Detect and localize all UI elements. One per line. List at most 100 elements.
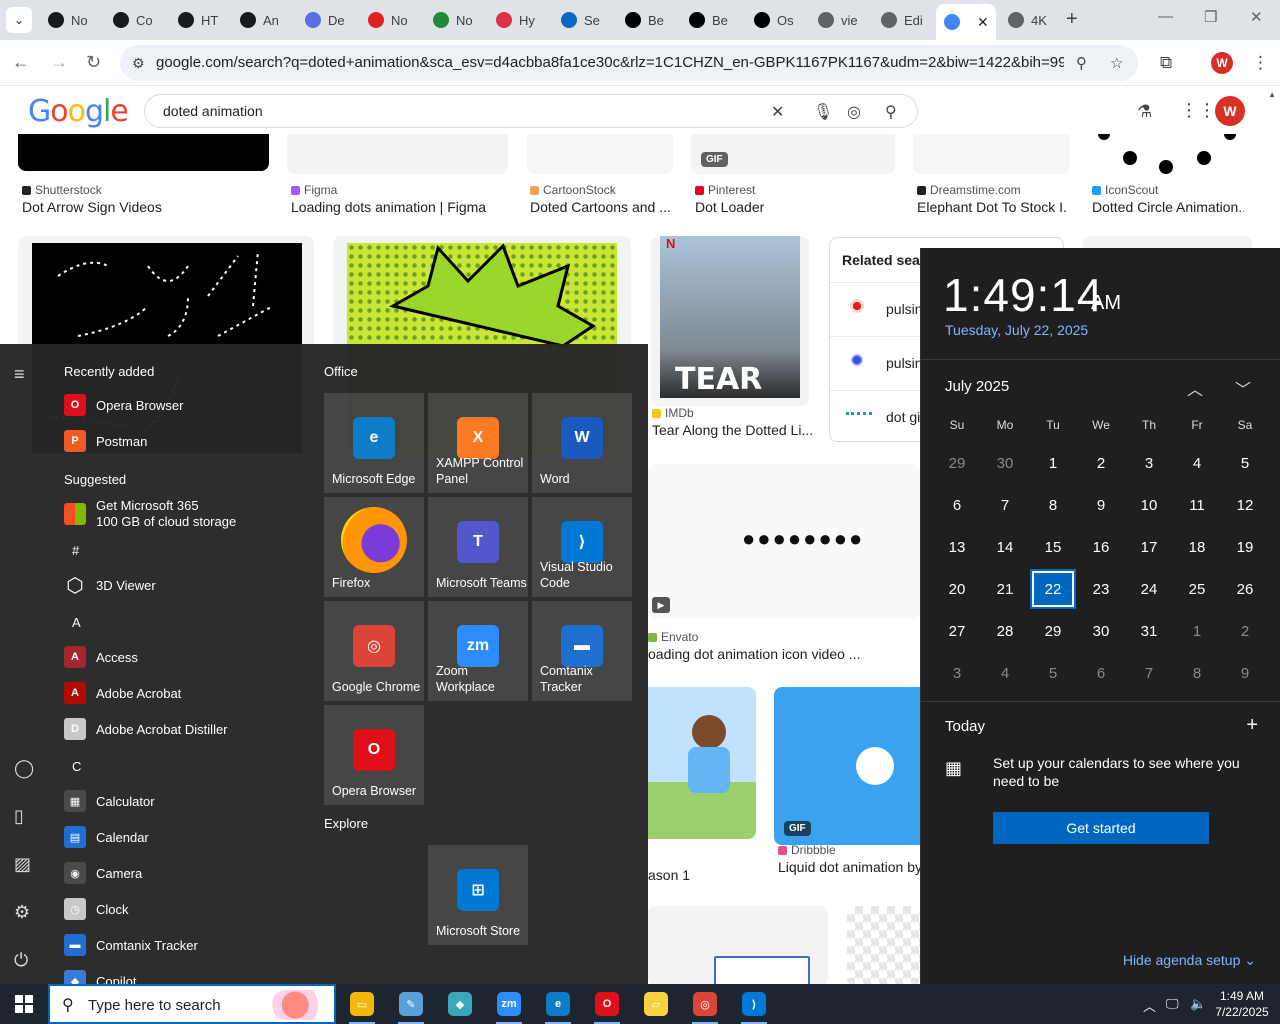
network-icon[interactable]: 🖵	[1166, 996, 1179, 1012]
taskbar-app-chrome[interactable]: ◎	[682, 984, 728, 1024]
clear-search-icon[interactable]: ✕	[771, 102, 784, 122]
tile-word[interactable]: W Word	[532, 393, 632, 493]
tile-visual-studio-code[interactable]: ⟩ Visual Studio Code	[532, 497, 632, 597]
calendar-day[interactable]: 16	[1078, 527, 1124, 567]
add-event-plus-icon[interactable]: +	[1246, 714, 1258, 737]
calendar-day[interactable]: 30	[1078, 611, 1124, 651]
calendar-day[interactable]: 4	[982, 653, 1028, 693]
browser-tab-11[interactable]: Os	[746, 6, 806, 34]
calendar-day[interactable]: 14	[982, 527, 1028, 567]
result-title[interactable]: Elephant Dot To Stock I...	[917, 199, 1067, 215]
letter-header-a[interactable]: A	[72, 615, 81, 630]
result-thumb-1[interactable]	[18, 134, 269, 171]
browser-tab-2[interactable]: HT	[170, 6, 230, 34]
result-thumb-4[interactable]: GIF	[691, 134, 895, 174]
start-app-clock[interactable]: ◷ Clock	[64, 894, 304, 924]
result-thumb-imdb[interactable]: N TEAR	[651, 236, 809, 406]
calendar-day[interactable]: 21	[982, 569, 1028, 609]
result-source[interactable]: Envato	[648, 630, 698, 644]
forward-button[interactable]: →	[50, 52, 68, 73]
calendar-day[interactable]: 13	[934, 527, 980, 567]
calendar-day[interactable]: 24	[1126, 569, 1172, 609]
result-title[interactable]: Tear Along the Dotted Li...	[652, 422, 812, 438]
result-thumb-liquid[interactable]: GIF	[774, 687, 920, 845]
browser-tab-6[interactable]: No	[425, 6, 485, 34]
calendar-day[interactable]: 27	[934, 611, 980, 651]
google-logo[interactable]: Google	[28, 94, 129, 129]
browser-tab-9[interactable]: Be	[617, 6, 677, 34]
tile-firefox[interactable]: Firefox	[324, 497, 424, 597]
result-title[interactable]: Doted Cartoons and ...	[530, 199, 670, 215]
letter-header-hash[interactable]: #	[72, 543, 79, 558]
calendar-day[interactable]: 17	[1126, 527, 1172, 567]
calendar-day[interactable]: 6	[934, 485, 980, 525]
lens-search-icon[interactable]: ◎	[847, 102, 861, 122]
result-source[interactable]: Shutterstock	[22, 183, 102, 197]
get-started-button[interactable]: Get started	[993, 812, 1209, 844]
taskbar-app-app-2[interactable]: ✎	[388, 984, 434, 1024]
clock-date-link[interactable]: Tuesday, July 22, 2025	[945, 322, 1088, 338]
browser-tab-10[interactable]: Be	[681, 6, 741, 34]
calendar-day[interactable]: 2	[1222, 611, 1268, 651]
minimize-button[interactable]: —	[1158, 8, 1173, 25]
result-source[interactable]: IconScout	[1092, 183, 1158, 197]
calendar-day[interactable]: 7	[1126, 653, 1172, 693]
calendar-day[interactable]: 9	[1078, 485, 1124, 525]
tile-zoom-workplace[interactable]: zm Zoom Workplace	[428, 601, 528, 701]
calendar-day-today[interactable]: 22	[1030, 569, 1076, 609]
result-thumb-8[interactable]	[648, 906, 828, 984]
letter-header-c[interactable]: C	[72, 759, 81, 774]
result-title[interactable]: Loading dots animation | Figma	[291, 199, 506, 215]
reload-button[interactable]: ↻	[86, 52, 101, 73]
browser-tab-3[interactable]: An	[232, 6, 292, 34]
calendar-day[interactable]: 9	[1222, 653, 1268, 693]
address-bar[interactable]: ⚙ google.com/search?q=doted+animation&sc…	[120, 45, 1138, 81]
result-source[interactable]: Pinterest	[695, 183, 755, 197]
scrollbar-up-arrow[interactable]: ▲	[1268, 90, 1276, 99]
start-app-adobe-acrobat[interactable]: A Adobe Acrobat	[64, 678, 304, 708]
taskbar-app-app-3[interactable]: ◆	[437, 984, 483, 1024]
calendar-day[interactable]: 6	[1078, 653, 1124, 693]
tile-opera-browser[interactable]: O Opera Browser	[324, 705, 424, 805]
calendar-day[interactable]: 1	[1030, 443, 1076, 483]
maximize-button[interactable]: ❐	[1204, 8, 1217, 26]
start-app-calendar[interactable]: ▤ Calendar	[64, 822, 304, 852]
taskbar-app-opera[interactable]: O	[584, 984, 630, 1024]
browser-tab-7[interactable]: Hy	[488, 6, 548, 34]
browser-tab-1[interactable]: Co	[105, 6, 165, 34]
user-account-icon[interactable]: ◯	[14, 758, 34, 779]
result-title[interactable]: Dot Loader	[695, 199, 890, 215]
calendar-day[interactable]: 7	[982, 485, 1028, 525]
calendar-month-title[interactable]: July 2025	[945, 378, 1009, 395]
result-thumb-5[interactable]	[913, 134, 1070, 174]
tile-xampp-control-panel[interactable]: X XAMPP Control Panel	[428, 393, 528, 493]
settings-gear-icon[interactable]: ⚙	[14, 902, 30, 923]
browser-tab-8[interactable]: Se	[553, 6, 613, 34]
start-app-opera-browser[interactable]: O Opera Browser	[64, 390, 304, 420]
start-app-calculator[interactable]: ▦ Calculator	[64, 786, 304, 816]
search-query[interactable]: doted animation	[163, 103, 263, 119]
close-window-button[interactable]: ✕	[1250, 8, 1263, 26]
calendar-day[interactable]: 31	[1126, 611, 1172, 651]
start-app-comtanix-tracker[interactable]: ▬ Comtanix Tracker	[64, 930, 304, 960]
result-thumb-loading[interactable]: ●●●●●●●● ▶	[648, 464, 920, 619]
calendar-day[interactable]: 29	[934, 443, 980, 483]
result-thumb-9[interactable]	[847, 906, 920, 984]
start-app-access[interactable]: A Access	[64, 642, 304, 672]
result-title[interactable]: ason 1	[648, 867, 756, 883]
result-thumb-cartoon[interactable]	[648, 687, 756, 839]
address-url[interactable]: google.com/search?q=doted+animation&sca_…	[156, 54, 1064, 71]
calendar-day[interactable]: 26	[1222, 569, 1268, 609]
suggested-microsoft-365[interactable]: Get Microsoft 365 100 GB of cloud storage	[64, 496, 304, 532]
extensions-icon[interactable]: ⧉	[1160, 53, 1172, 73]
browser-tab-15[interactable]: 4K	[1000, 6, 1060, 34]
browser-tab-0[interactable]: No	[40, 6, 100, 34]
calendar-day[interactable]: 18	[1174, 527, 1220, 567]
tab-close-icon[interactable]: ✕	[977, 14, 989, 31]
hamburger-menu-icon[interactable]: ≡	[14, 364, 25, 385]
result-title[interactable]: Liquid dot animation by A	[778, 859, 920, 875]
taskbar-app-vscode[interactable]: ⟩	[731, 984, 777, 1024]
power-icon[interactable]: ⏻	[14, 950, 28, 971]
calendar-day[interactable]: 11	[1174, 485, 1220, 525]
bookmark-star-icon[interactable]: ☆	[1110, 54, 1123, 72]
